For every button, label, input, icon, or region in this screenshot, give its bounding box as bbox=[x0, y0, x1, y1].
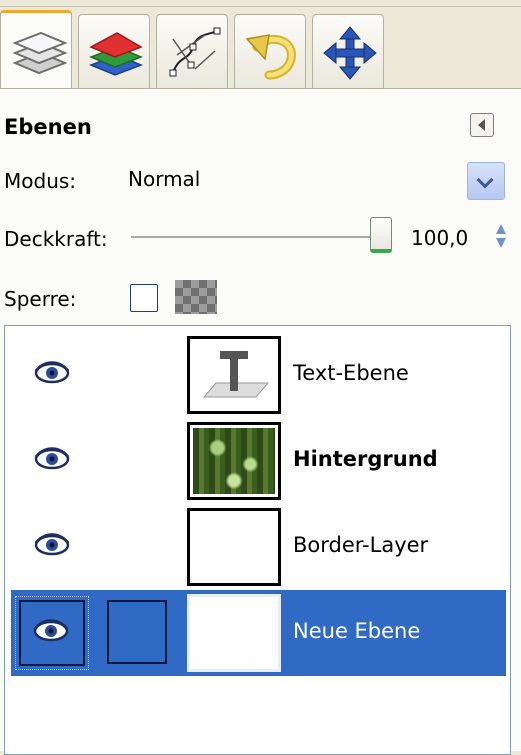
layer-thumbnail[interactable] bbox=[187, 594, 281, 672]
layer-visibility-toggle[interactable] bbox=[21, 351, 83, 401]
layer-visibility-toggle[interactable] bbox=[21, 523, 83, 573]
layer-name[interactable]: Neue Ebene bbox=[293, 619, 420, 643]
lock-label: Sperre: bbox=[4, 287, 77, 311]
layer-row[interactable]: Text-Ebene bbox=[11, 332, 506, 418]
eye-icon bbox=[34, 361, 70, 384]
layer-visibility-toggle[interactable] bbox=[21, 437, 83, 487]
paths-icon bbox=[169, 27, 221, 77]
tab-paths[interactable] bbox=[156, 14, 228, 88]
dock-tab-strip bbox=[0, 0, 521, 90]
mode-value: Normal bbox=[128, 167, 201, 191]
layer-thumbnail[interactable] bbox=[187, 336, 281, 414]
channels-icon bbox=[88, 32, 144, 76]
lock-pixels-checkbox[interactable] bbox=[130, 284, 158, 312]
text-layer-icon bbox=[202, 351, 270, 398]
chevron-down-icon[interactable] bbox=[467, 162, 505, 200]
eye-icon bbox=[34, 447, 70, 470]
panel-menu-button[interactable] bbox=[470, 113, 494, 137]
layer-row[interactable]: Hintergrund bbox=[11, 418, 506, 504]
undo-icon bbox=[245, 34, 296, 80]
tab-channels[interactable] bbox=[78, 14, 150, 88]
eye-icon bbox=[33, 619, 69, 642]
tab-layers[interactable] bbox=[0, 10, 72, 90]
opacity-slider-track[interactable] bbox=[131, 236, 381, 238]
layer-visibility-toggle[interactable] bbox=[15, 596, 89, 670]
layer-name[interactable]: Border-Layer bbox=[293, 533, 428, 557]
tab-strip-border bbox=[0, 6, 521, 7]
mode-select[interactable]: Normal bbox=[122, 154, 505, 202]
opacity-slider-handle[interactable] bbox=[370, 217, 392, 253]
opacity-label: Deckkraft: bbox=[4, 227, 108, 251]
layers-icon bbox=[12, 31, 67, 75]
panel-title: Ebenen bbox=[4, 115, 92, 139]
layers-dialog: Ebenen Modus: Normal Deckkraft: 100,0 Sp… bbox=[0, 88, 521, 755]
tab-undo-history[interactable] bbox=[234, 14, 306, 88]
layer-list: Text-Ebene Hintergrund Border-Layer Neue Eb… bbox=[4, 325, 511, 755]
layer-thumbnail[interactable] bbox=[187, 508, 281, 586]
layer-name[interactable]: Text-Ebene bbox=[293, 361, 409, 385]
layer-name[interactable]: Hintergrund bbox=[293, 447, 438, 471]
forest-image bbox=[193, 428, 275, 494]
opacity-value[interactable]: 100,0 bbox=[411, 226, 468, 250]
mode-label: Modus: bbox=[4, 169, 77, 193]
layer-row[interactable]: Neue Ebene bbox=[11, 590, 506, 676]
move-icon bbox=[323, 26, 377, 80]
layer-thumbnail[interactable] bbox=[187, 422, 281, 500]
layer-row[interactable]: Border-Layer bbox=[11, 504, 506, 590]
opacity-spin-button[interactable] bbox=[493, 222, 509, 252]
tab-pointer-move[interactable] bbox=[312, 14, 384, 88]
eye-icon bbox=[34, 533, 70, 556]
layer-chain-toggle[interactable] bbox=[107, 600, 167, 664]
lock-alpha-icon[interactable] bbox=[175, 280, 217, 314]
